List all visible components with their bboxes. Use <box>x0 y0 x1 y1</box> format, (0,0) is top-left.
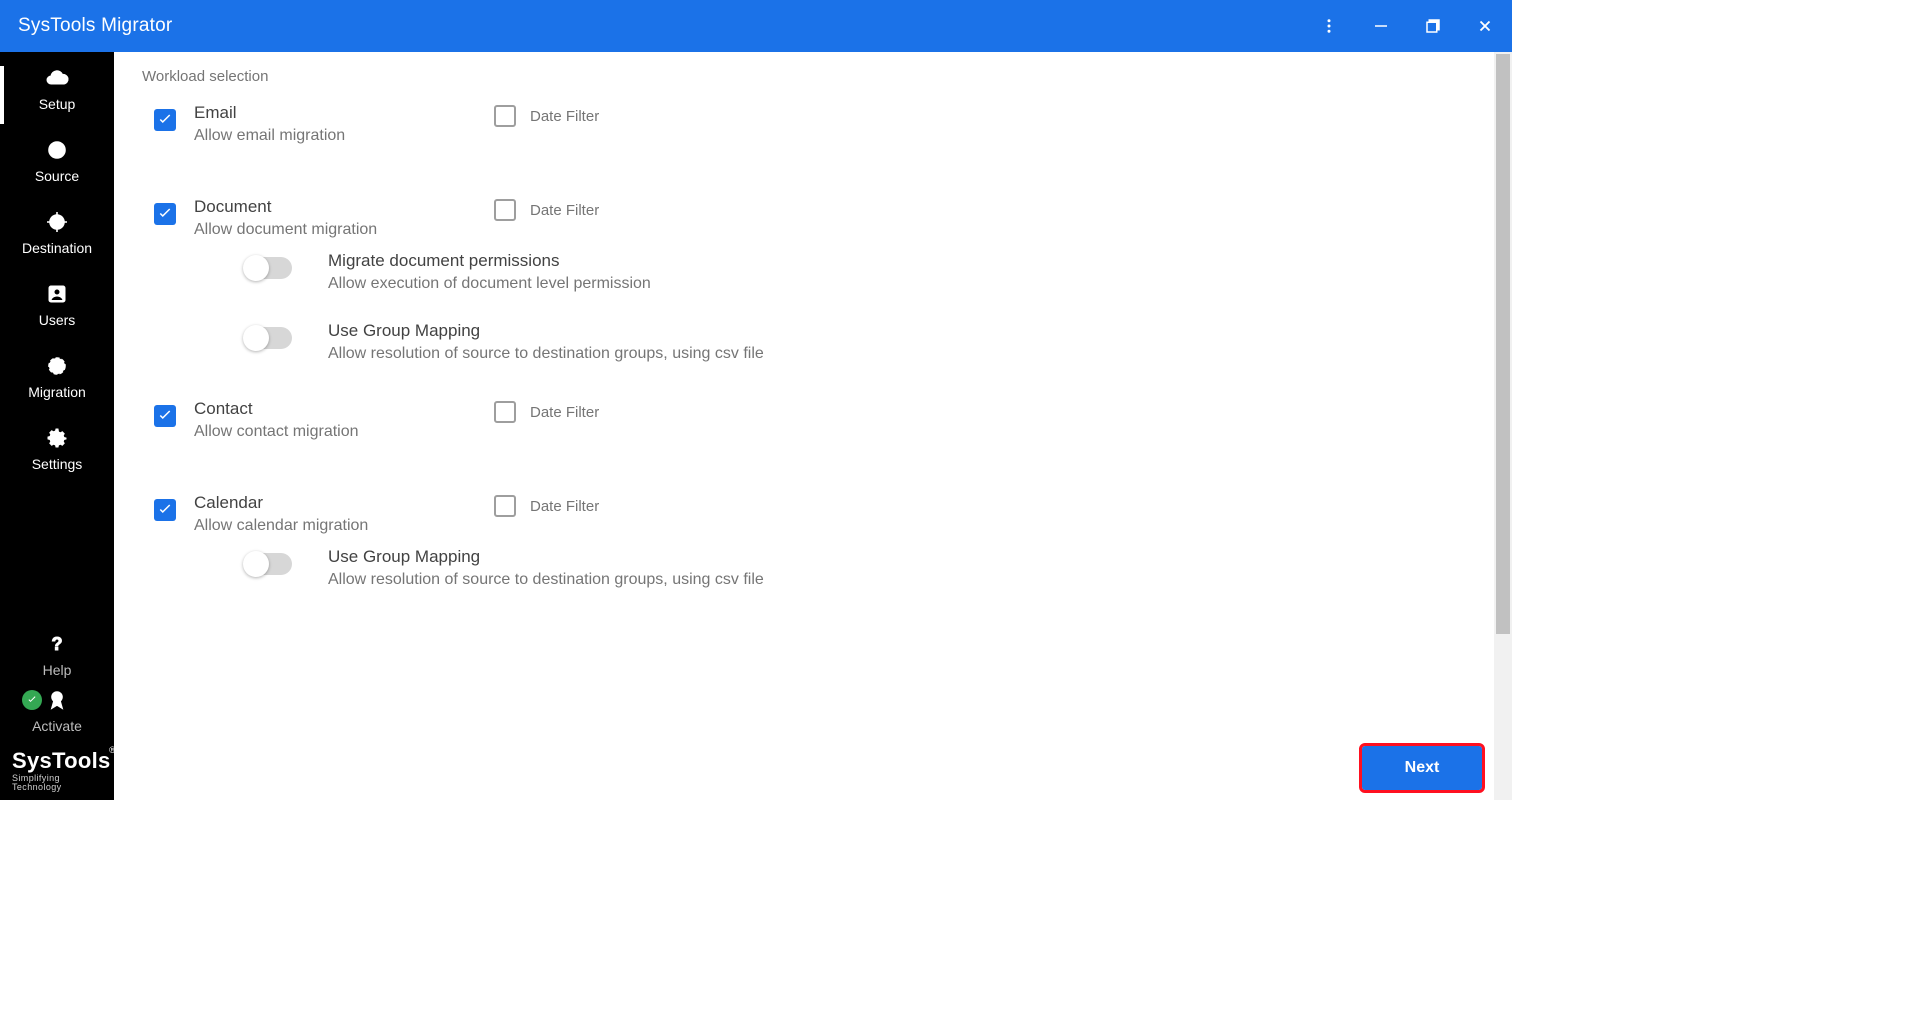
source-icon <box>45 138 69 162</box>
workload-email: Email Allow email migration Date Filter <box>154 103 1472 145</box>
workload-title: Email <box>194 103 494 123</box>
brand-name: SysTools <box>12 748 111 773</box>
subopt-doc-groupmap: Use Group Mapping Allow resolution of so… <box>246 321 1472 363</box>
sidebar-item-settings[interactable]: Settings <box>0 412 114 484</box>
subopt-title: Use Group Mapping <box>328 547 764 567</box>
subopt-desc: Allow execution of document level permis… <box>328 275 651 293</box>
cloud-icon <box>45 66 69 90</box>
close-icon[interactable] <box>1476 17 1494 35</box>
sidebar-item-setup[interactable]: Setup <box>0 52 114 124</box>
checkbox-calendar[interactable] <box>154 499 176 521</box>
check-badge-icon <box>22 690 42 710</box>
gear-icon <box>45 426 69 450</box>
subopt-desc: Allow resolution of source to destinatio… <box>328 571 764 589</box>
section-title: Workload selection <box>114 52 1512 85</box>
subopt-title: Use Group Mapping <box>328 321 764 341</box>
sidebar-item-users[interactable]: Users <box>0 268 114 340</box>
sidebar-item-migration[interactable]: Migration <box>0 340 114 412</box>
document-suboptions: Migrate document permissions Allow execu… <box>246 251 1472 363</box>
sidebar: Setup Source Destination Users Migration… <box>0 52 114 800</box>
sidebar-item-label: Users <box>39 312 76 328</box>
main-content: Workload selection Email Allow email mig… <box>114 52 1512 800</box>
target-icon <box>45 210 69 234</box>
sidebar-item-label: Destination <box>22 240 92 256</box>
sidebar-item-source[interactable]: Source <box>0 124 114 196</box>
sidebar-item-activate[interactable]: Activate <box>0 682 114 744</box>
help-icon: ? <box>45 632 69 656</box>
date-filter-label: Date Filter <box>530 498 599 515</box>
sidebar-item-label: Activate <box>32 718 82 734</box>
toggle-doc-groupmap[interactable] <box>246 327 292 349</box>
checkbox-date-filter-email[interactable] <box>494 105 516 127</box>
minimize-icon[interactable] <box>1372 17 1390 35</box>
ribbon-icon <box>45 688 69 712</box>
maximize-icon[interactable] <box>1424 17 1442 35</box>
sidebar-item-help[interactable]: ? Help <box>0 618 114 682</box>
subopt-desc: Allow resolution of source to destinatio… <box>328 345 764 363</box>
checkbox-document[interactable] <box>154 203 176 225</box>
checkbox-date-filter-calendar[interactable] <box>494 495 516 517</box>
workload-desc: Allow calendar migration <box>194 517 494 535</box>
sidebar-item-label: Settings <box>32 456 83 472</box>
workload-contact: Contact Allow contact migration Date Fil… <box>154 399 1472 441</box>
titlebar: SysTools Migrator <box>0 0 1512 52</box>
sidebar-item-label: Help <box>43 662 72 678</box>
checkbox-date-filter-contact[interactable] <box>494 401 516 423</box>
sidebar-item-destination[interactable]: Destination <box>0 196 114 268</box>
scrollbar[interactable] <box>1494 52 1512 800</box>
checkbox-date-filter-document[interactable] <box>494 199 516 221</box>
scrollbar-thumb[interactable] <box>1496 54 1510 634</box>
toggle-cal-groupmap[interactable] <box>246 553 292 575</box>
workload-title: Document <box>194 197 494 217</box>
workload-desc: Allow document migration <box>194 221 494 239</box>
date-filter-label: Date Filter <box>530 404 599 421</box>
app-title: SysTools Migrator <box>18 15 172 37</box>
workload-desc: Allow email migration <box>194 127 494 145</box>
sidebar-footer-brand: SysTools® Simplifying Technology <box>0 744 114 800</box>
sidebar-item-label: Setup <box>39 96 76 112</box>
date-filter-label: Date Filter <box>530 202 599 219</box>
workload-desc: Allow contact migration <box>194 423 494 441</box>
next-button[interactable]: Next <box>1362 746 1482 790</box>
subopt-cal-groupmap: Use Group Mapping Allow resolution of so… <box>246 547 1472 589</box>
calendar-suboptions: Use Group Mapping Allow resolution of so… <box>246 547 1472 589</box>
sidebar-item-label: Source <box>35 168 79 184</box>
subopt-title: Migrate document permissions <box>328 251 651 271</box>
history-icon <box>45 354 69 378</box>
users-icon <box>45 282 69 306</box>
svg-text:?: ? <box>52 634 63 654</box>
sidebar-item-label: Migration <box>28 384 86 400</box>
date-filter-label: Date Filter <box>530 108 599 125</box>
checkbox-email[interactable] <box>154 109 176 131</box>
toggle-doc-permissions[interactable] <box>246 257 292 279</box>
brand-tagline: Simplifying Technology <box>12 774 106 792</box>
workload-title: Calendar <box>194 493 494 513</box>
workload-document: Document Allow document migration Date F… <box>154 197 1472 239</box>
more-icon[interactable] <box>1320 17 1338 35</box>
workload-title: Contact <box>194 399 494 419</box>
workload-calendar: Calendar Allow calendar migration Date F… <box>154 493 1472 535</box>
subopt-doc-permissions: Migrate document permissions Allow execu… <box>246 251 1472 293</box>
checkbox-contact[interactable] <box>154 405 176 427</box>
